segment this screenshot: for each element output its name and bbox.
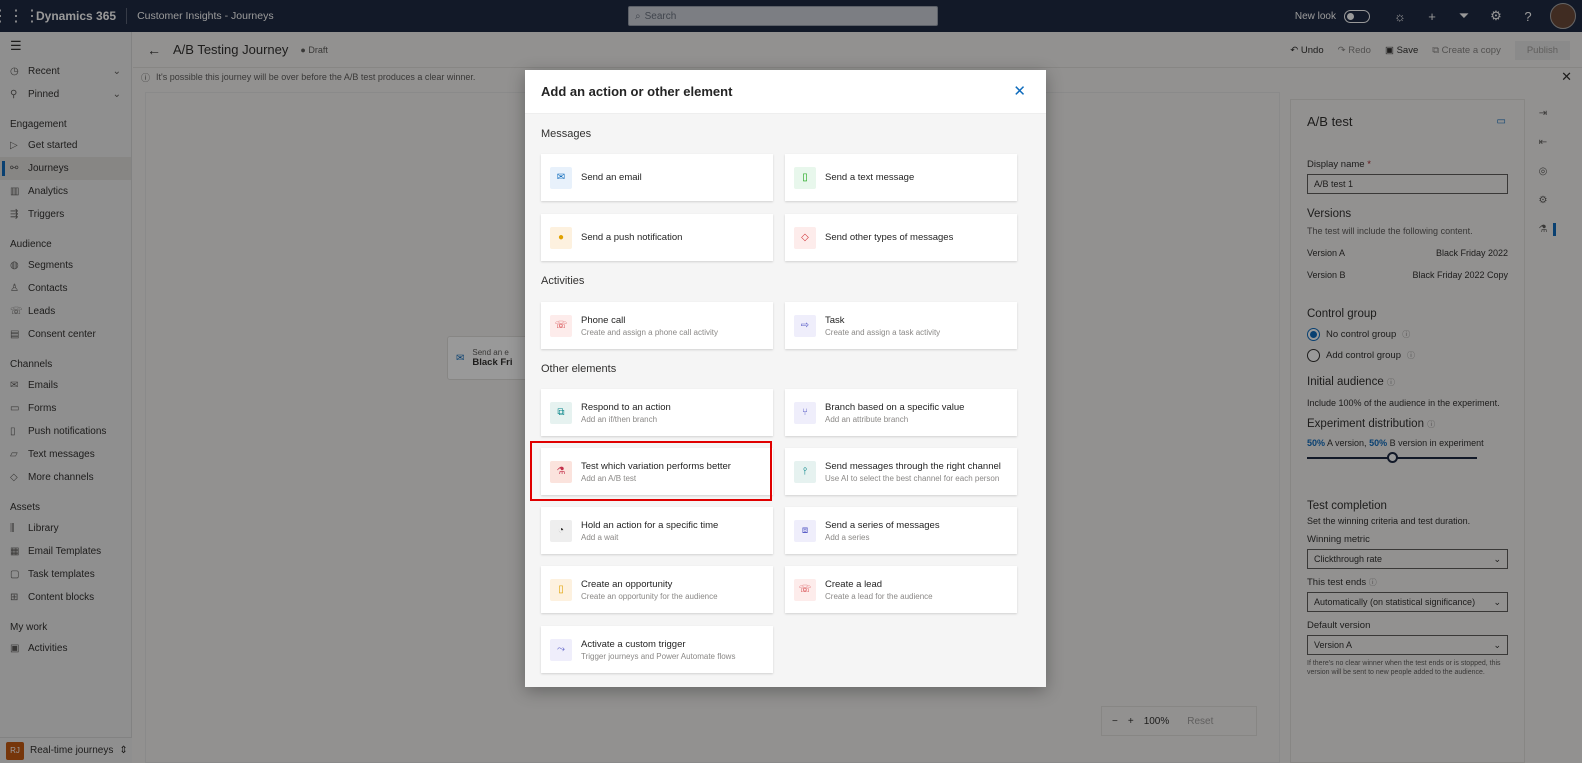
mail-icon: ✉ (550, 166, 572, 189)
card-opportunity[interactable]: ▯ Create an opportunity Create an opportun… (541, 566, 773, 613)
card-title: Send a text message (825, 172, 915, 183)
task-icon: ⇨ (794, 314, 816, 337)
card-title: Activate a custom trigger (581, 638, 686, 650)
diamond-icon: ◇ (794, 226, 816, 249)
card-respond-action[interactable]: ⧉ Respond to an action Add an if/then bran… (541, 389, 773, 436)
card-hold-wait[interactable]: ◔ Hold an action for a specific time Add a… (541, 507, 773, 554)
card-send-push[interactable]: ● Send a push notification (541, 214, 773, 261)
card-subtitle: Add an attribute branch (825, 414, 909, 424)
card-title: Send an email (581, 172, 642, 183)
section-messages: Messages (541, 128, 592, 140)
card-subtitle: Add an if/then branch (581, 414, 658, 424)
card-subtitle: Create an opportunity for the audience (581, 591, 718, 601)
phone-icon: ▯ (794, 166, 816, 189)
card-subtitle: Trigger journeys and Power Automate flow… (581, 651, 736, 661)
card-lead[interactable]: ☏ Create a lead Create a lead for the audi… (785, 566, 1017, 613)
card-title: Respond to an action (581, 401, 671, 413)
close-icon[interactable]: ✕ (1013, 82, 1026, 100)
card-title: Create an opportunity (581, 578, 673, 590)
card-send-other[interactable]: ◇ Send other types of messages (785, 214, 1017, 261)
card-title: Send a push notification (581, 232, 683, 243)
card-right-channel[interactable]: ⫯ Send messages through the right channel… (785, 448, 1017, 495)
card-title: Send other types of messages (825, 232, 954, 243)
highlight-box (530, 441, 772, 501)
card-branch-value[interactable]: ⑂ Branch based on a specific value Add an … (785, 389, 1017, 436)
card-subtitle: Add a wait (581, 532, 619, 542)
section-activities: Activities (541, 275, 585, 287)
card-subtitle: Use AI to select the best channel for ea… (825, 473, 1000, 483)
timer-icon: ◔ (550, 519, 572, 542)
section-other-elements: Other elements (541, 363, 617, 375)
channel-icon: ⫯ (794, 460, 816, 483)
respond-icon: ⧉ (550, 401, 572, 424)
dialog-header: Add an action or other element (525, 70, 1046, 114)
card-phone-call[interactable]: ☏ Phone call Create and assign a phone cal… (541, 302, 773, 349)
card-subtitle: Create and assign a task activity (825, 327, 941, 337)
branch-icon: ⑂ (794, 401, 816, 424)
card-subtitle: Create and assign a phone call activity (581, 327, 718, 337)
card-task[interactable]: ⇨ Task Create and assign a task activity (785, 302, 1017, 349)
card-subtitle: Create a lead for the audience (825, 591, 933, 601)
card-subtitle: Add a series (825, 532, 870, 542)
card-title: Branch based on a specific value (825, 401, 965, 413)
card-title: Hold an action for a specific time (581, 519, 719, 531)
lead-icon: ☏ (794, 578, 816, 601)
bell-icon: ● (550, 226, 572, 249)
card-title: Send messages through the right channel (825, 460, 1001, 472)
trigger-icon: ⤳ (550, 638, 572, 661)
series-icon: ⧈ (794, 519, 816, 542)
card-title: Task (825, 314, 845, 326)
card-send-text[interactable]: ▯ Send a text message (785, 154, 1017, 201)
opportunity-icon: ▯ (550, 578, 572, 601)
card-custom-trigger[interactable]: ⤳ Activate a custom trigger Trigger journe… (541, 626, 773, 673)
card-series[interactable]: ⧈ Send a series of messages Add a series (785, 507, 1017, 554)
dialog-title: Add an action or other element (541, 84, 733, 99)
card-title: Phone call (581, 314, 626, 326)
add-element-dialog: Add an action or other element ✕ Message… (525, 70, 1046, 687)
phone-call-icon: ☏ (550, 314, 572, 337)
card-send-email[interactable]: ✉ Send an email (541, 154, 773, 201)
card-title: Create a lead (825, 578, 883, 590)
card-title: Send a series of messages (825, 519, 940, 531)
